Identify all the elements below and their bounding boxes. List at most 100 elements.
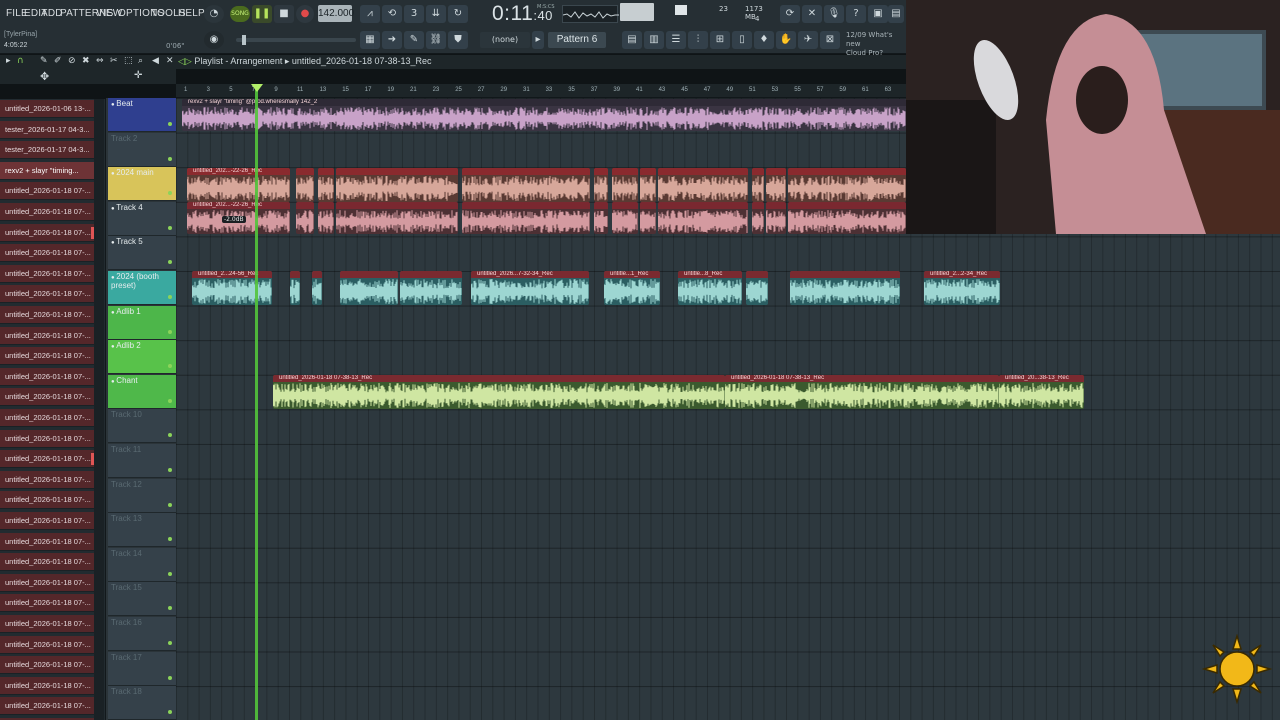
track-active-icon[interactable] xyxy=(168,710,172,715)
snap-icon[interactable]: ✛ xyxy=(134,70,142,81)
browser-item[interactable]: untitled_2026-01-18 07-... xyxy=(0,367,94,386)
plugin-database-icon[interactable]: ▯ xyxy=(732,31,752,49)
track-active-icon[interactable] xyxy=(168,468,172,472)
track-active-icon[interactable] xyxy=(168,537,172,542)
pattern-selector[interactable]: Pattern 6 xyxy=(548,32,606,48)
track-header[interactable]: Track 13 xyxy=(108,513,176,548)
plugin-picker-icon[interactable]: ♦ xyxy=(754,31,774,49)
pattern-prev-icon[interactable]: ▸ xyxy=(532,31,544,49)
tempo-display[interactable]: 142.000 xyxy=(318,5,354,22)
slip-tool-icon[interactable]: ⇔ xyxy=(96,56,104,66)
track-header[interactable]: ● Beat xyxy=(108,98,176,132)
browser-item[interactable]: untitled_2026-01-18 07-... xyxy=(0,409,94,427)
browser-item[interactable]: tester_2026-01-17 04-3... xyxy=(0,120,94,139)
track-active-icon[interactable] xyxy=(168,225,172,230)
browser-item[interactable]: untitled_2026-01-18 07-... xyxy=(0,491,94,510)
move-icon[interactable]: ✥ xyxy=(40,70,49,83)
browser-item[interactable]: untitled_2026-01-18 07-... xyxy=(0,676,94,695)
playhead-marker-icon[interactable] xyxy=(251,84,263,92)
track-active-icon[interactable] xyxy=(168,260,172,265)
track-active-icon[interactable] xyxy=(168,156,172,161)
mixer-link-icon[interactable]: ✕ xyxy=(802,5,822,23)
browser-item[interactable]: tester_2026-01-17 04-3... xyxy=(0,141,94,160)
playlist-icon[interactable]: ▦ xyxy=(360,31,380,49)
browser-item[interactable]: untitled_2026-01-18 07-... xyxy=(0,656,94,675)
track-header[interactable]: ● Track 4 xyxy=(108,201,176,236)
master-pitch-slider[interactable] xyxy=(236,35,356,45)
save-icon[interactable]: ▣ xyxy=(868,5,888,23)
browser-item[interactable]: untitled_2026-01-18 07-... xyxy=(0,306,94,324)
master-volume-knob-icon[interactable]: ◉ xyxy=(204,31,224,49)
browser-item[interactable]: untitled_2026-01-18 07-... xyxy=(0,182,94,201)
browser-item[interactable]: untitled_2026-01-18 07-... xyxy=(0,244,94,263)
track-header[interactable]: Track 18 xyxy=(108,686,176,720)
track-header[interactable]: Track 11 xyxy=(108,444,176,478)
loop-icon[interactable]: ↻ xyxy=(448,5,468,23)
browser-item[interactable]: untitled_2026-01-18 07-... xyxy=(0,450,94,469)
track-header[interactable]: Track 14 xyxy=(108,547,176,582)
track-header[interactable]: Track 10 xyxy=(108,409,176,444)
track-header[interactable]: ● 2024 (booth preset) xyxy=(108,271,176,305)
track-active-icon[interactable] xyxy=(168,571,172,576)
mute-tool-icon[interactable]: ✖ xyxy=(82,56,90,66)
track-header[interactable]: Track 2 xyxy=(108,132,176,167)
reload-icon[interactable]: ⟳ xyxy=(780,5,800,23)
track-active-icon[interactable] xyxy=(168,191,172,196)
browser-item[interactable]: untitled_2026-01-06 13-... xyxy=(0,100,94,118)
touch-keyboard-icon[interactable]: ✋ xyxy=(776,31,796,49)
browser-item[interactable]: untitled_2026-01-18 07-... xyxy=(0,532,94,551)
browser-item[interactable]: untitled_2026-01-18 07-... xyxy=(0,388,94,407)
browser-item[interactable]: untitled_2026-01-18 07-... xyxy=(0,594,94,613)
blend-notes-icon[interactable]: ⇊ xyxy=(426,5,446,23)
track-header[interactable]: ● Track 5 xyxy=(108,236,176,271)
browser-item[interactable]: untitled_2026-01-18 07-... xyxy=(0,203,94,221)
track-active-icon[interactable] xyxy=(168,329,172,334)
playhead[interactable] xyxy=(255,84,258,720)
browser-item[interactable]: untitled_2026-01-18 07-... xyxy=(0,223,94,242)
magnet-icon[interactable]: ∩ xyxy=(17,56,24,66)
mixer-icon[interactable]: ⫶ xyxy=(688,31,708,49)
browser-item[interactable]: untitled_2026-01-18 07-... xyxy=(0,512,94,530)
browser-item[interactable]: untitled_2026-01-18 07-... xyxy=(0,635,94,654)
paint-tool-icon[interactable]: ✐ xyxy=(54,56,62,66)
step-edit-icon[interactable]: ⩘ xyxy=(360,5,380,23)
browser-item[interactable]: rexv2 + slayr "timing... xyxy=(0,161,94,180)
stamp-icon[interactable]: ⛊ xyxy=(448,31,468,49)
track-header[interactable]: ● Adlib 2 xyxy=(108,340,176,375)
browser-icon[interactable]: ⊞ xyxy=(710,31,730,49)
pause-button[interactable]: ❚❚ xyxy=(252,5,272,23)
link-icon[interactable]: ⛓ xyxy=(426,31,446,49)
track-header[interactable]: ● 2024 main xyxy=(108,167,176,202)
track-active-icon[interactable] xyxy=(168,122,172,126)
track-active-icon[interactable] xyxy=(168,433,172,438)
browser-item[interactable]: untitled_2026-01-18 07-... xyxy=(0,429,94,448)
timeline-ruler[interactable]: 1 3 5 7 9 11 13 15 17 19 21 23 25 27 29 31 33 35 37 39 41 43 4… xyxy=(176,84,906,98)
slice-tool-icon[interactable]: ✂ xyxy=(110,56,118,66)
track-header[interactable]: Track 12 xyxy=(108,478,176,513)
track-header[interactable]: Track 16 xyxy=(108,617,176,651)
stop-tool-icon[interactable]: ✕ xyxy=(166,56,174,66)
channel-rack-icon[interactable]: ☰ xyxy=(666,31,686,49)
browser-item[interactable]: untitled_2026-01-18 07-... xyxy=(0,264,94,283)
zoom-tool-icon[interactable]: ⌕ xyxy=(138,56,143,66)
help-icon[interactable]: ? xyxy=(846,5,866,23)
brush-icon[interactable]: ✎ xyxy=(404,31,424,49)
metronome-knob-icon[interactable]: ◔ xyxy=(204,5,224,23)
browser-item[interactable]: untitled_2026-01-18 07-... xyxy=(0,573,94,592)
cart-icon[interactable]: ⊠ xyxy=(820,31,840,49)
panel-icon[interactable]: ▤ xyxy=(888,5,904,23)
track-header[interactable]: Track 15 xyxy=(108,582,176,617)
browser-scrollbar[interactable] xyxy=(94,99,104,720)
browser-item[interactable]: untitled_2026-01-18 07-... xyxy=(0,615,94,633)
browser-item[interactable]: untitled_2026-01-18 07-... xyxy=(0,326,94,345)
countdown-icon[interactable]: 3 xyxy=(404,5,424,23)
track-active-icon[interactable] xyxy=(168,606,172,611)
news-panel[interactable]: 12/09 What's new Cloud Pro? xyxy=(846,31,906,58)
select-tool-icon[interactable]: ⬚ xyxy=(124,56,133,66)
microphone-icon[interactable]: 🎙 xyxy=(824,5,844,23)
playlist-window-icon[interactable]: ▤ xyxy=(622,31,642,49)
stop-button[interactable]: ■ xyxy=(274,5,294,23)
bird-icon[interactable]: ✈ xyxy=(798,31,818,49)
record-button[interactable]: ● xyxy=(296,5,314,23)
arrow-icon[interactable]: ➜ xyxy=(382,31,402,49)
